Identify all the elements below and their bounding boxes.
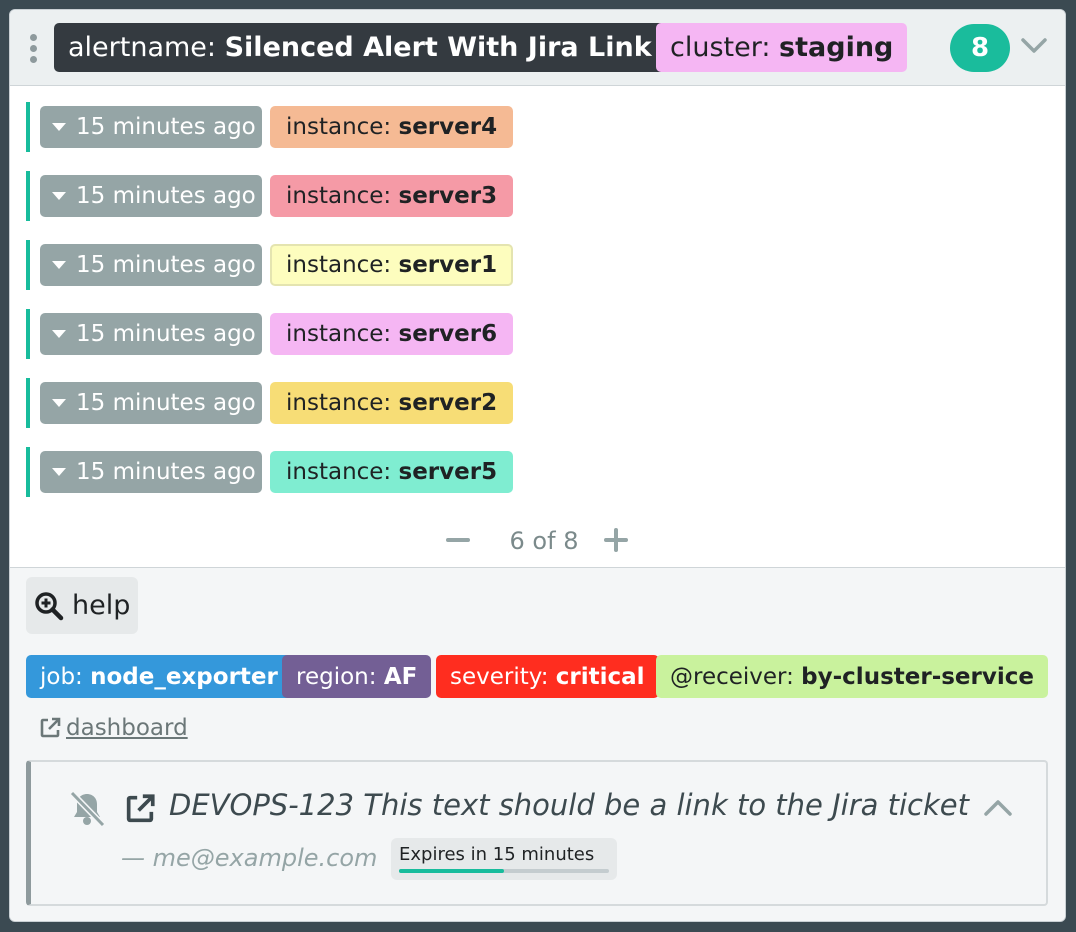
caret-down-icon [52, 330, 66, 338]
shared-label-receiver[interactable]: @receiver: by-cluster-service [656, 655, 1048, 698]
instance-value: server4 [398, 114, 498, 140]
instance-label[interactable]: instance: server2 [270, 382, 514, 424]
shared-label-severity[interactable]: severity: critical [436, 655, 659, 698]
alerts-pager: 6 of 8 [440, 520, 640, 560]
alert-row: 15 minutes ago instance: server5 [26, 447, 514, 497]
instance-key: instance: [286, 459, 392, 485]
alert-group-card: alertname: Silenced Alert With Jira Link… [9, 9, 1066, 922]
instance-key: instance: [286, 183, 392, 209]
shared-label-region[interactable]: region: AF [282, 655, 432, 698]
label-value: critical [555, 663, 645, 690]
alert-count-badge: 8 [950, 24, 1010, 72]
instance-key: instance: [286, 114, 392, 140]
silence-comment-link[interactable]: DEVOPS-123 This text should be a link to… [169, 788, 969, 822]
alertname-value: Silenced Alert With Jira Link [224, 32, 652, 63]
caret-down-icon [52, 192, 66, 200]
minus-icon[interactable] [446, 538, 470, 542]
alert-time-dropdown[interactable]: 15 minutes ago [40, 175, 262, 217]
shared-label-job[interactable]: job: node_exporter [26, 655, 292, 698]
alert-row: 15 minutes ago instance: server2 [26, 378, 514, 428]
alert-state-bar [26, 171, 30, 221]
alert-time: 15 minutes ago [76, 459, 256, 485]
caret-down-icon [52, 468, 66, 476]
cluster-key: cluster: [670, 32, 771, 63]
alert-time: 15 minutes ago [76, 183, 256, 209]
alert-time-dropdown[interactable]: 15 minutes ago [40, 106, 262, 148]
chevron-up-icon[interactable] [983, 798, 1013, 818]
drag-handle-icon[interactable] [28, 34, 38, 64]
alertname-label[interactable]: alertname: Silenced Alert With Jira Link [54, 23, 666, 72]
cluster-value: staging [779, 32, 894, 63]
alert-time: 15 minutes ago [76, 321, 256, 347]
silence-author: — me@example.com [121, 844, 378, 872]
instance-key: instance: [286, 390, 392, 416]
caret-down-icon [52, 123, 66, 131]
alert-time: 15 minutes ago [76, 114, 256, 140]
caret-down-icon [52, 261, 66, 269]
cluster-label[interactable]: cluster: staging [656, 23, 908, 72]
alert-state-bar [26, 378, 30, 428]
alert-row: 15 minutes ago instance: server3 [26, 171, 514, 221]
zoom-in-icon [35, 591, 64, 620]
alert-time-dropdown[interactable]: 15 minutes ago [40, 244, 262, 286]
label-key: severity: [450, 663, 549, 690]
alert-time-dropdown[interactable]: 15 minutes ago [40, 313, 262, 355]
silence-expiry-text: Expires in 15 minutes [399, 844, 595, 865]
alert-time: 15 minutes ago [76, 252, 256, 278]
alert-state-bar [26, 447, 30, 497]
dashboard-link[interactable]: dashboard [38, 713, 188, 743]
alert-group-footer: help job: node_exporter region: AF sever… [10, 567, 1065, 921]
external-link-icon [40, 717, 61, 738]
instance-value: server3 [398, 183, 498, 209]
alert-row: 15 minutes ago instance: server4 [26, 102, 514, 152]
alert-row: 15 minutes ago instance: server1 [26, 240, 514, 290]
alert-time-dropdown[interactable]: 15 minutes ago [40, 382, 262, 424]
instance-label[interactable]: instance: server5 [270, 451, 514, 493]
dashboard-link-text: dashboard [66, 715, 188, 741]
instance-label[interactable]: instance: server4 [270, 106, 514, 148]
silence-expiry-badge: Expires in 15 minutes [391, 838, 617, 880]
instance-value: server5 [398, 459, 498, 485]
alert-state-bar [26, 240, 30, 290]
alert-state-bar [26, 309, 30, 359]
label-key: @receiver: [670, 663, 794, 690]
caret-down-icon [52, 399, 66, 407]
instance-key: instance: [286, 321, 392, 347]
alertname-key: alertname: [68, 32, 217, 63]
help-label-button[interactable]: help [26, 577, 138, 634]
bell-slash-icon [69, 790, 106, 828]
instance-label[interactable]: instance: server3 [270, 175, 514, 217]
plus-icon[interactable] [604, 528, 628, 552]
instance-value: server1 [398, 252, 498, 278]
silence-block: DEVOPS-123 This text should be a link to… [26, 760, 1048, 906]
alert-row: 15 minutes ago instance: server6 [26, 309, 514, 359]
chevron-down-icon[interactable] [1020, 36, 1048, 56]
instance-label[interactable]: instance: server1 [270, 244, 514, 286]
silence-progress-track [399, 869, 609, 873]
alert-time-dropdown[interactable]: 15 minutes ago [40, 451, 262, 493]
label-value: AF [383, 663, 418, 690]
label-key: job: [40, 663, 83, 690]
alert-time: 15 minutes ago [76, 390, 256, 416]
instance-value: server2 [398, 390, 498, 416]
alert-group-header: alertname: Silenced Alert With Jira Link… [10, 10, 1065, 86]
label-key: region: [296, 663, 377, 690]
alert-state-bar [26, 102, 30, 152]
help-label-text: help [72, 590, 131, 621]
instance-value: server6 [398, 321, 498, 347]
instance-label[interactable]: instance: server6 [270, 313, 514, 355]
silence-progress-fill [399, 869, 504, 873]
label-value: node_exporter [90, 663, 278, 690]
label-value: by-cluster-service [801, 663, 1034, 690]
external-link-icon[interactable] [123, 792, 157, 826]
pager-count: 6 of 8 [509, 527, 579, 555]
instance-key: instance: [286, 252, 392, 278]
